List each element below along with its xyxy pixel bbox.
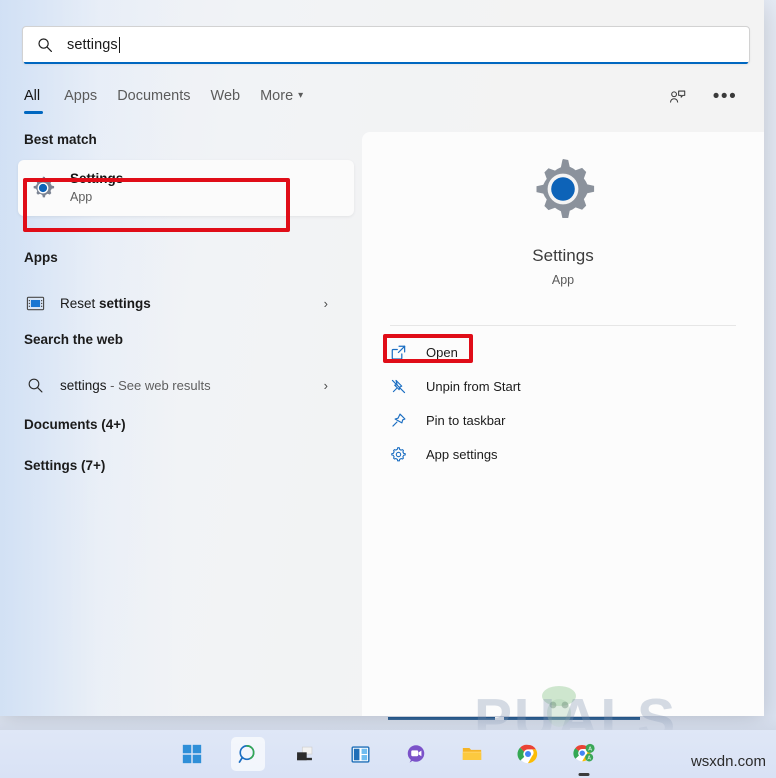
task-view-button[interactable] <box>287 737 321 771</box>
list-item-label: settings - See web results <box>60 378 211 393</box>
open-external-icon <box>388 342 408 362</box>
preview-app-type: App <box>551 273 575 287</box>
action-open[interactable]: Open <box>362 335 764 369</box>
preview-hero: Settings App <box>362 132 764 320</box>
gear-icon <box>388 444 408 464</box>
chrome-canary-button[interactable]: A A <box>567 737 601 776</box>
section-header-apps: Apps <box>24 250 58 265</box>
pin-icon <box>388 410 408 430</box>
section-header-best-match: Best match <box>24 132 97 147</box>
action-app-settings-label: App settings <box>426 446 498 462</box>
preview-actions-list: Open Unpin from Start Pin to taskbar App… <box>362 335 764 471</box>
reset-prefix: Reset <box>60 295 100 311</box>
preview-pane: Settings App Open Unpin from Start Pin t… <box>362 132 764 716</box>
chrome-button[interactable] <box>511 737 545 771</box>
file-explorer-button[interactable] <box>455 737 489 771</box>
action-pin-to-taskbar[interactable]: Pin to taskbar <box>362 403 764 437</box>
chevron-down-icon: ▾ <box>298 90 304 101</box>
settings-gear-icon <box>30 175 56 201</box>
reset-match: settings <box>99 295 151 311</box>
action-unpin-from-start[interactable]: Unpin from Start <box>362 369 764 403</box>
unpin-icon <box>388 376 408 396</box>
tab-web[interactable]: Web <box>211 86 261 114</box>
search-icon <box>24 374 46 396</box>
action-pin-taskbar-label: Pin to taskbar <box>426 412 506 428</box>
action-app-settings[interactable]: App settings <box>362 437 764 471</box>
taskbar: A A <box>0 730 776 778</box>
section-header-settings[interactable]: Settings (7+) <box>0 458 105 473</box>
tab-more-label: More <box>260 88 294 104</box>
tab-documents[interactable]: Documents <box>117 86 210 114</box>
preview-divider <box>390 325 736 326</box>
preview-app-name: Settings <box>532 246 594 265</box>
panel-bottom-accent-gap <box>495 717 504 720</box>
section-header-search-the-web: Search the web <box>24 332 124 347</box>
more-options-icon[interactable]: ••• <box>712 84 738 110</box>
search-focus-underline <box>24 62 748 64</box>
tab-apps-label: Apps <box>64 88 98 104</box>
ellipsis-glyph: ••• <box>712 86 738 107</box>
tab-all[interactable]: All <box>24 86 64 114</box>
search-flyout-panel: settings All Apps Documents Web More ▾ •… <box>0 0 764 716</box>
chevron-right-icon[interactable]: › <box>324 378 328 393</box>
taskbar-active-indicator <box>578 773 590 776</box>
tab-web-label: Web <box>210 88 241 104</box>
search-box-container[interactable]: settings <box>22 26 750 64</box>
action-unpin-label: Unpin from Start <box>426 378 521 394</box>
list-item-label: Reset settings <box>60 296 151 311</box>
list-item-web-search[interactable]: settings - See web results › <box>24 365 336 405</box>
section-header-documents[interactable]: Documents (4+) <box>0 417 126 432</box>
best-match-content: Settings App <box>30 166 123 210</box>
start-button[interactable] <box>175 737 209 771</box>
search-query-text: settings <box>67 37 118 53</box>
web-query-text: settings <box>60 377 107 393</box>
web-suffix-text: - See web results <box>106 377 211 393</box>
tab-all-label: All <box>24 88 41 104</box>
control-panel-icon <box>24 292 46 314</box>
settings-gear-icon <box>526 156 600 230</box>
header-actions[interactable]: ••• <box>664 84 738 110</box>
svg-text:A: A <box>588 747 592 753</box>
tab-documents-label: Documents <box>117 88 191 104</box>
search-input[interactable]: settings <box>22 26 750 64</box>
search-icon <box>37 37 53 53</box>
text-caret <box>118 37 120 53</box>
best-match-card[interactable]: Settings App <box>18 160 354 216</box>
desktop: settings All Apps Documents Web More ▾ •… <box>0 0 776 778</box>
chevron-right-icon[interactable]: › <box>324 296 328 311</box>
results-column: Best match Settings App Apps Reset setti… <box>0 132 362 716</box>
best-match-title: Settings <box>70 171 124 186</box>
filter-tabs[interactable]: All Apps Documents Web More ▾ <box>24 86 323 114</box>
tab-apps[interactable]: Apps <box>64 86 117 114</box>
widgets-button[interactable] <box>343 737 377 771</box>
feedback-icon[interactable] <box>664 84 690 110</box>
panel-bottom-accent-line <box>388 717 640 720</box>
chat-button[interactable] <box>399 737 433 771</box>
list-item-reset-settings[interactable]: Reset settings › <box>24 283 336 323</box>
tab-more[interactable]: More ▾ <box>260 86 323 114</box>
action-open-label: Open <box>426 344 458 360</box>
best-match-subtitle: App <box>70 190 93 204</box>
tab-active-indicator <box>24 111 43 114</box>
search-button[interactable] <box>231 737 265 771</box>
